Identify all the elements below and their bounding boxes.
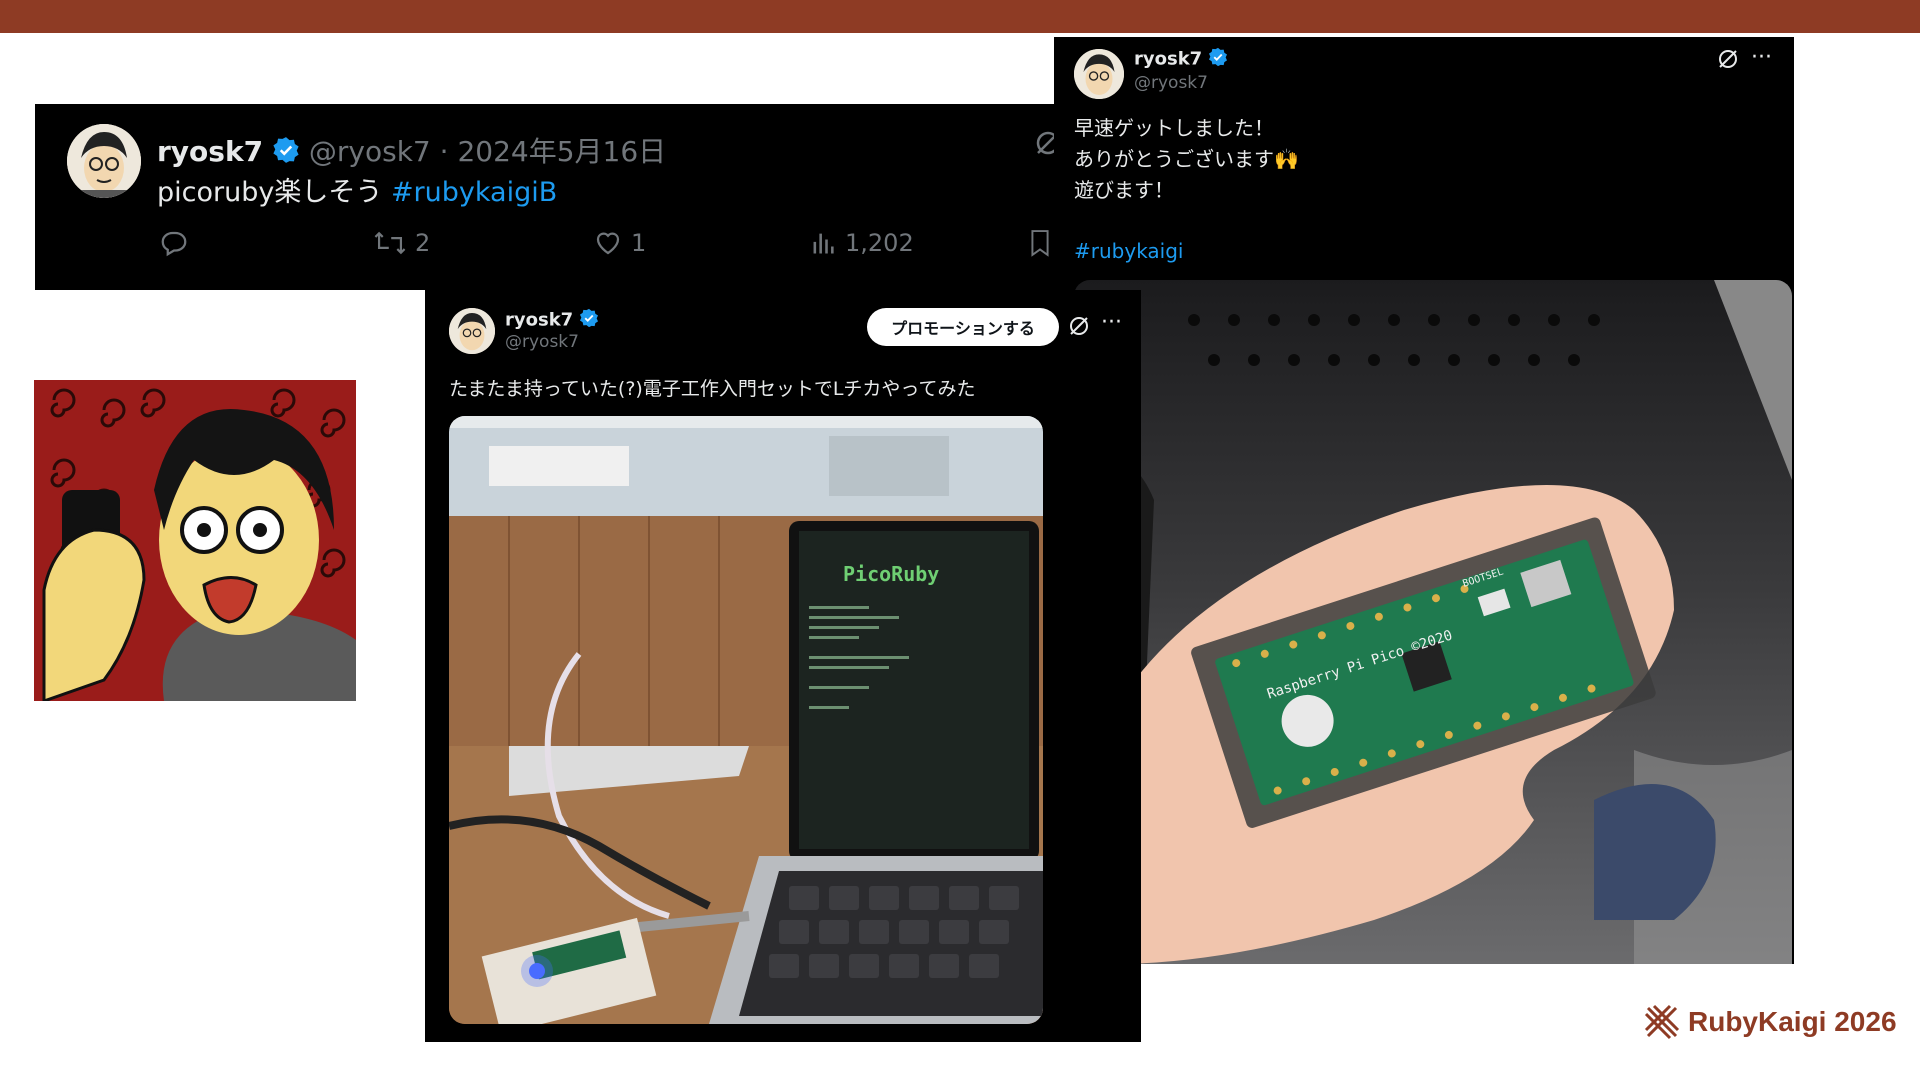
- more-options-icon[interactable]: ···: [1751, 45, 1772, 70]
- more-options-icon[interactable]: ···: [1101, 310, 1122, 335]
- rubykaigi-logo: RubyKaigi 2026: [1644, 1004, 1897, 1040]
- handle[interactable]: @ryosk7: [505, 332, 579, 352]
- display-name[interactable]: ryosk7: [1134, 49, 1202, 70]
- portrait-illustration: [34, 380, 356, 701]
- tweet-text-line-3: 遊びます！: [1074, 178, 1174, 202]
- tweet-photo-pico[interactable]: Raspberry Pi Pico ©2020 BOOTSEL: [1074, 280, 1792, 964]
- retweet-button[interactable]: 2: [373, 228, 430, 258]
- brand-label: RubyKaigi 2026: [1688, 1006, 1897, 1037]
- rubykaigi-mark-icon: [1644, 1004, 1680, 1040]
- tweet-photo-picoruby[interactable]: PicoRuby: [449, 416, 1043, 1024]
- grok-icon[interactable]: [1716, 47, 1740, 75]
- tweet-card-2: ryosk7 @ryosk7 プロモーションする ··· たまたま持っていた(?…: [425, 290, 1141, 1042]
- tweet-text: たまたま持っていた(?)電子工作入門セットでLチカやってみた: [449, 378, 976, 400]
- promote-button[interactable]: プロモーションする: [867, 308, 1059, 346]
- verified-badge-icon: [1208, 47, 1228, 72]
- verified-badge-icon: [579, 308, 599, 333]
- like-button[interactable]: 1: [593, 228, 646, 258]
- tweet-text-line-2: ありがとうございます🙌: [1074, 147, 1299, 171]
- tweet-text: picoruby楽しそう: [157, 177, 383, 208]
- bookmark-icon: [1031, 230, 1049, 257]
- view-count: 1,202: [845, 229, 914, 257]
- handle[interactable]: @ryosk7: [309, 135, 431, 168]
- retweet-count: 2: [415, 229, 431, 257]
- verified-badge-icon: [272, 136, 300, 171]
- display-name[interactable]: ryosk7: [157, 135, 263, 168]
- reply-icon: [161, 231, 187, 257]
- tweet-date[interactable]: · 2024年5月16日: [440, 135, 667, 168]
- hashtag-link[interactable]: #rubykaigi: [1074, 236, 1299, 267]
- handle[interactable]: @ryosk7: [1134, 73, 1208, 93]
- like-count: 1: [631, 229, 647, 257]
- screen-picoruby-logo: PicoRuby: [843, 562, 939, 586]
- display-name[interactable]: ryosk7: [505, 310, 573, 331]
- analytics-icon: [813, 233, 834, 254]
- tweet-text-line-1: 早速ゲットしました！: [1074, 116, 1274, 140]
- reply-button[interactable]: [159, 228, 197, 258]
- avatar[interactable]: [449, 308, 495, 354]
- top-accent-bar: [0, 0, 1920, 33]
- avatar[interactable]: [1074, 49, 1124, 99]
- tweet-card-1: ryosk7 @ryosk7 · 2024年5月16日 picoruby楽しそう…: [35, 104, 1065, 290]
- hashtag-link[interactable]: #rubykaigiB: [391, 177, 557, 208]
- views-button[interactable]: 1,202: [809, 228, 914, 258]
- heart-icon: [596, 232, 620, 255]
- grok-icon[interactable]: [1067, 314, 1091, 342]
- avatar[interactable]: [67, 124, 141, 198]
- retweet-icon: [374, 231, 406, 255]
- tweet-card-3: ryosk7 @ryosk7 ··· 早速ゲットしました！ ありがとうございます…: [1054, 37, 1794, 964]
